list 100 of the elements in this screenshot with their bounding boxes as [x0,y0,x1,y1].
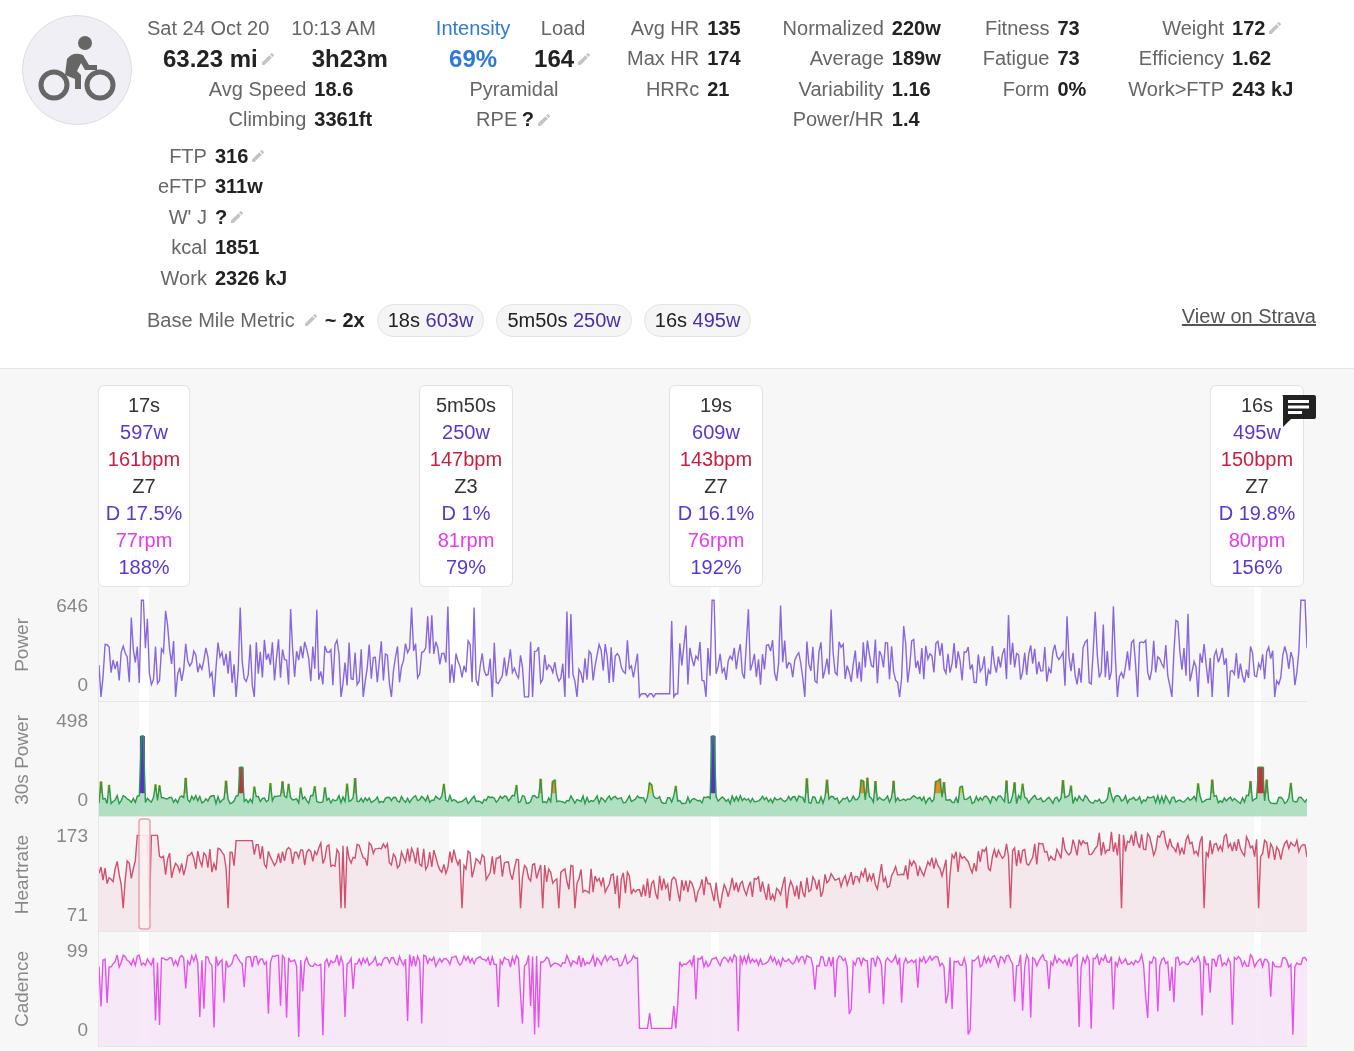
stat-label: Power/HR [791,107,884,133]
axis-tick-label: 173 [56,825,88,847]
stat-label: Weight [1161,15,1225,41]
pencil-icon[interactable] [1267,20,1284,37]
interval-zone: Z3 [454,473,478,499]
pencil-icon[interactable] [302,312,319,328]
stat-value: 1.16 [891,77,931,101]
stat-value: 220w [891,16,941,40]
stat-value: 2326 kJ [214,266,288,290]
activity-date: Sat 24 Oct 20 [147,16,270,40]
stat-value: 316 [214,144,249,168]
interval-percent: 156% [1231,554,1283,580]
load-label: Load [540,15,586,41]
stat-value: 73 [1057,16,1080,40]
stat-label: Variability [797,76,884,102]
stat-value: 243 kJ [1232,77,1294,101]
interval-power: 597w [120,419,168,445]
stat-label: Efficiency [1137,46,1225,72]
workout-type: Pyramidal [469,76,559,102]
pencil-icon[interactable] [229,209,246,226]
interval-heartrate: 161bpm [107,446,181,472]
interval-power: 495w [1233,419,1281,445]
axis-tick-label: 0 [77,674,88,696]
stat-label: kcal [170,235,207,261]
interval-chip[interactable]: 5m50s 250w [496,303,632,337]
stat-label: RPE [476,108,518,132]
stat-value: 311w [214,175,263,199]
interval-cadence: 77rpm [115,527,173,553]
interval-duration: 19s [699,392,733,418]
pencil-icon[interactable] [250,148,267,165]
stat-label: HRRc [644,76,700,102]
workout-name: Base Mile Metric [147,308,295,332]
intensity-label: Intensity [435,15,511,41]
stat-label: W' J [167,204,207,230]
stat-label: Work>FTP [1128,76,1225,102]
approx-sign: ~ [324,308,337,332]
pencil-icon[interactable] [576,50,593,67]
axis-tick-label: 71 [66,904,88,926]
axis-title: Cadence [11,951,33,1028]
stat-value: 172 [1232,16,1266,40]
stat-label: Avg Speed [207,76,307,102]
interval-decoupling: D 17.5% [105,500,183,526]
stat-value: 174 [707,47,741,71]
stat-label: Form [1001,76,1050,102]
interval-percent: 79% [446,554,486,580]
interval-chip[interactable]: 16s 495w [643,303,752,337]
interval-cadence: 81rpm [437,527,495,553]
interval-duration: 17s [127,392,161,418]
stat-value: 0% [1057,77,1087,101]
pencil-icon[interactable] [535,111,552,128]
axis-tick-label: 0 [77,789,88,811]
stat-label: Climbing [227,107,307,133]
interval-heartrate: 143bpm [679,446,753,472]
axis-tick-label: 0 [77,1019,88,1041]
stat-label: Fitness [983,15,1050,41]
interval-cadence: 76rpm [687,527,745,553]
axis-tick-label: 646 [56,595,88,617]
load-value: 164 [534,44,575,73]
strava-link[interactable]: View on Strava [1181,305,1316,328]
interval-chip[interactable]: 18s 603w [376,303,485,337]
interval-duration: 5m50s [436,392,496,418]
axis-tick-label: 498 [56,710,88,732]
stat-value: 18.6 [314,77,354,101]
stat-value: 73 [1057,47,1080,71]
stat-value: 1.62 [1232,47,1272,71]
stat-value: 1851 [214,236,260,260]
stat-value: 3361ft [314,108,373,132]
stat-label: Work [159,265,207,291]
axis-title: 30s Power [11,714,33,805]
stat-value: 189w [891,47,941,71]
stat-value: 135 [707,16,741,40]
interval-count: 2x [342,308,365,332]
axis-tick-label: 99 [66,940,88,962]
interval-decoupling: D 1% [441,500,491,526]
duration-value: 3h23m [311,44,388,73]
axis-title: Power [11,617,33,672]
interval-power: 609w [692,419,740,445]
stat-value: ? [214,205,228,229]
interval-zone: Z7 [1245,473,1269,499]
interval-decoupling: D 16.1% [677,500,755,526]
stat-value: 1.4 [891,108,920,132]
stat-label: Normalized [782,15,884,41]
intensity-value: 69% [449,43,498,74]
pencil-icon[interactable] [259,50,276,67]
interval-duration: 16s [1240,392,1274,418]
interval-heartrate: 150bpm [1220,446,1294,472]
stat-label: eFTP [158,174,207,200]
interval-percent: 192% [690,554,742,580]
stat-label: Avg HR [629,15,700,41]
stat-label: Fatigue [982,46,1050,72]
stat-value: ? [521,108,534,132]
interval-zone: Z7 [704,473,728,499]
interval-cadence: 80rpm [1228,527,1286,553]
stat-label: FTP [168,143,207,169]
stat-label: Max HR [627,46,700,72]
activity-time: 10:13 AM [291,16,376,40]
distance-value: 63.23 mi [163,44,258,73]
interval-zone: Z7 [132,473,156,499]
stat-value: 21 [707,77,730,101]
stat-label: Average [808,46,884,72]
